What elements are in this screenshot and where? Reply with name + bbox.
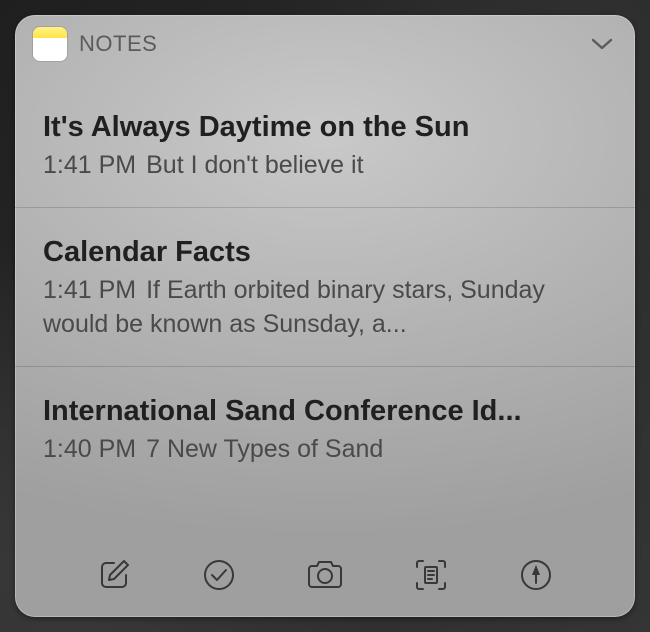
note-title: It's Always Daytime on the Sun <box>43 109 607 145</box>
notes-app-icon <box>33 27 67 61</box>
note-time: 1:41 PM <box>43 276 136 304</box>
note-subline: 1:41 PM But I don't believe it <box>43 149 607 183</box>
note-time: 1:40 PM <box>43 435 136 463</box>
scan-button[interactable] <box>411 555 451 595</box>
checklist-button[interactable] <box>199 555 239 595</box>
notes-widget: NOTES It's Always Daytime on the Sun 1:4… <box>15 15 635 617</box>
note-preview: 7 New Types of Sand <box>146 435 383 463</box>
compose-icon <box>97 558 131 592</box>
note-row[interactable]: It's Always Daytime on the Sun 1:41 PM B… <box>15 73 635 207</box>
note-title: International Sand Conference Id... <box>43 393 607 429</box>
note-subline: 1:40 PM 7 New Types of Sand <box>43 433 607 467</box>
notes-list: It's Always Daytime on the Sun 1:41 PM B… <box>15 73 635 537</box>
note-row[interactable]: Calendar Facts 1:41 PM If Earth orbited … <box>15 207 635 366</box>
collapse-button[interactable] <box>587 29 617 59</box>
note-time: 1:41 PM <box>43 151 136 179</box>
scan-document-icon <box>414 558 448 592</box>
check-circle-icon <box>202 558 236 592</box>
note-title: Calendar Facts <box>43 234 607 270</box>
chevron-down-icon <box>591 37 613 51</box>
note-preview: But I don't believe it <box>146 151 363 179</box>
compose-button[interactable] <box>94 555 134 595</box>
camera-button[interactable] <box>305 555 345 595</box>
markup-button[interactable] <box>516 555 556 595</box>
action-toolbar <box>15 537 635 617</box>
markup-pen-icon <box>519 558 553 592</box>
note-subline: 1:41 PM If Earth orbited binary stars, S… <box>43 274 607 342</box>
app-title: NOTES <box>79 31 587 57</box>
widget-header: NOTES <box>15 15 635 73</box>
camera-icon <box>305 558 345 592</box>
note-row[interactable]: International Sand Conference Id... 1:40… <box>15 366 635 491</box>
